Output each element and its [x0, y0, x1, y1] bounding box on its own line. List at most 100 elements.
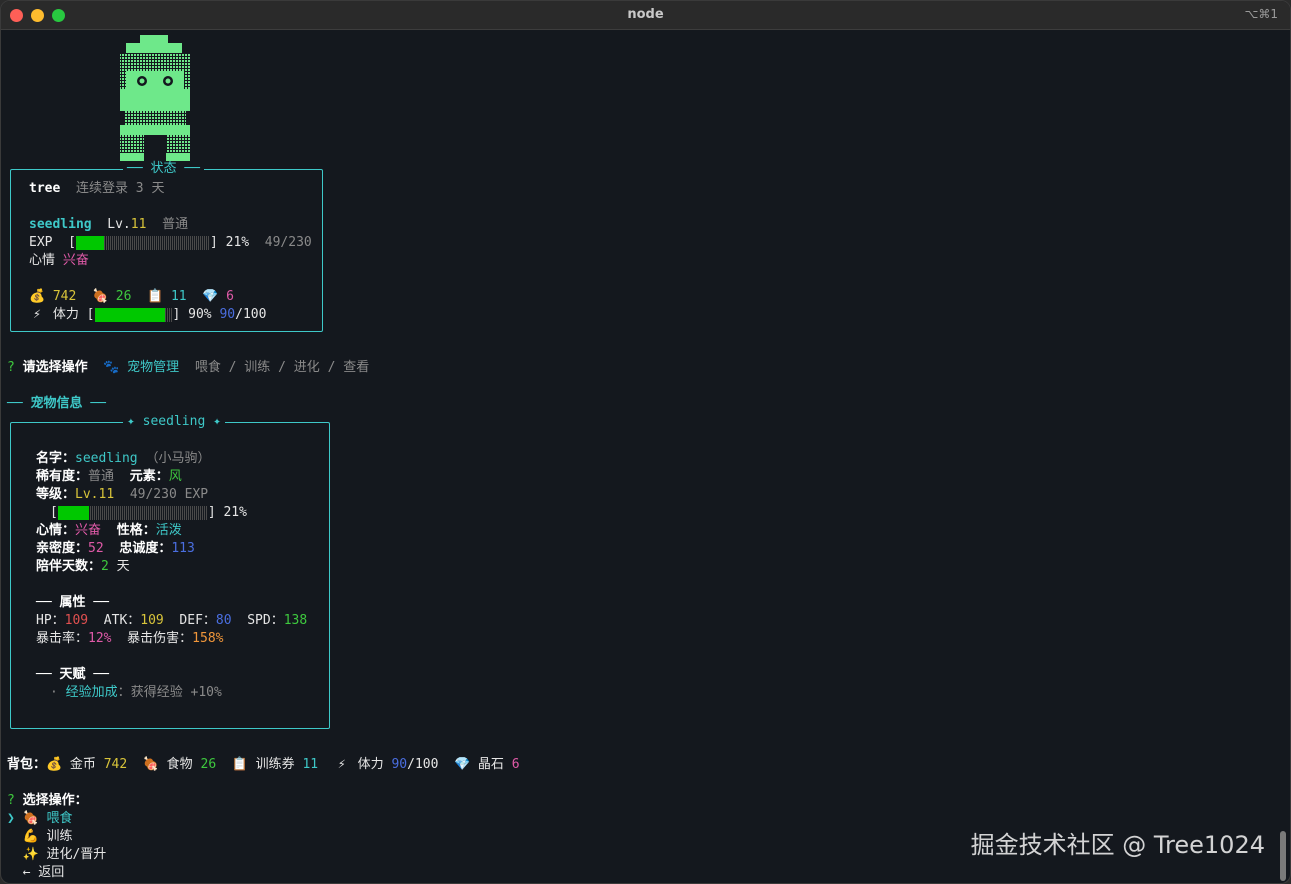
exp-fraction: 49/230: [264, 235, 312, 250]
menu-prompt: ? 选择操作：: [7, 793, 88, 809]
window-title: node: [627, 7, 664, 22]
stamina-line: ⚡ 体力 [] 90% 90/100: [29, 307, 266, 323]
loyalty-value: 113: [171, 541, 195, 556]
exp-line: EXP [] 21% 49/230: [29, 235, 312, 250]
meat-icon: 🍖: [22, 811, 39, 826]
bag-tickets-label: 训练券: [255, 757, 295, 772]
crit-row: 暴击率：12% 暴击伤害：158%: [36, 631, 223, 647]
bag-line: 背包：💰 金币 742 🍖 食物 26 📋 训练券 11 ⚡ 体力 90/100…: [7, 757, 520, 773]
intimacy-value: 52: [88, 541, 104, 556]
stamina-label: 体力: [52, 307, 79, 322]
critdmg-value: 158%: [192, 631, 224, 646]
gem-icon: 💎: [454, 757, 471, 772]
level-label: Lv.: [107, 217, 131, 232]
element-value: 风: [168, 469, 182, 484]
sparkles-icon: ✨: [22, 847, 39, 862]
menu-item-back-label: ← 返回: [22, 865, 65, 880]
moneybag-icon: 💰: [46, 757, 63, 772]
rarity-row: 稀有度：普通 元素：风: [36, 469, 182, 485]
terminal-content[interactable]: ── 状态 ── tree 连续登录 3 天 seedling Lv.11 普通…: [1, 31, 1290, 883]
exp-label: EXP: [29, 235, 53, 250]
exp-percent: 21%: [225, 235, 250, 250]
mood-value: 兴奋: [75, 523, 102, 538]
pet-info-title: 宠物信息: [30, 396, 83, 411]
rarity-label: 稀有度：: [36, 469, 89, 484]
personality-label: 性格：: [116, 523, 156, 538]
talent-title: 天赋: [59, 667, 86, 682]
menu-item-evolve-label: 进化/晋升: [46, 847, 107, 862]
menu-item-feed[interactable]: ❯ 🍖 喂食: [7, 811, 73, 827]
exp-progress-fill: [75, 236, 105, 250]
bag-gold-label: 金币: [69, 757, 96, 772]
lightning-icon: ⚡: [337, 757, 346, 772]
stamina-current: 90: [219, 307, 236, 322]
menu-question: 选择操作：: [22, 793, 88, 808]
operation-prompt: ? 请选择操作 🐾 宠物管理 喂食 / 训练 / 进化 / 查看: [7, 360, 369, 376]
days-unit: 天: [116, 559, 130, 574]
attr-header: ── 属性 ──: [36, 595, 109, 610]
attr-title: 属性: [59, 595, 86, 610]
scrollbar[interactable]: [1280, 831, 1286, 881]
pet-info-header: ── 宠物信息 ──: [7, 396, 106, 411]
tickets-value: 11: [170, 289, 187, 304]
talent-header: ── 天赋 ──: [36, 667, 109, 682]
username: tree: [29, 181, 61, 196]
moneybag-icon: 💰: [29, 289, 46, 304]
personality-value: 活泼: [155, 523, 182, 538]
element-label: 元素：: [129, 469, 169, 484]
spd-value: 138: [283, 613, 308, 628]
talent-name: 经验加成: [65, 685, 118, 700]
prompt-mark: ?: [7, 360, 15, 375]
menu-item-train[interactable]: 💪 训练: [7, 829, 73, 845]
stamina-progress-fill: [94, 308, 165, 322]
crit-label: 暴击率：: [36, 631, 89, 646]
muscle-icon: 💪: [22, 829, 39, 844]
days-label: 陪伴天数：: [36, 559, 102, 574]
menu-item-evolve[interactable]: ✨ 进化/晋升: [7, 847, 107, 863]
def-value: 80: [215, 613, 232, 628]
pet-line: seedling Lv.11 普通: [29, 217, 188, 233]
pet-exp-progress-bar: [57, 506, 208, 520]
rarity: 普通: [162, 217, 189, 232]
menu-item-back[interactable]: ← 返回: [7, 865, 65, 881]
stamina-percent: 90%: [188, 307, 212, 322]
prompt-question: 请选择操作: [22, 360, 88, 375]
level-value: Lv.11: [75, 487, 115, 502]
talent-row: · 经验加成：获得经验 +10%: [50, 685, 222, 700]
talent-desc: 获得经验 +10%: [130, 685, 222, 700]
level-row: 等级：Lv.11 49/230 EXP: [36, 487, 208, 503]
bag-food-label: 食物: [166, 757, 193, 772]
mood-value: 兴奋: [62, 253, 89, 268]
window-shortcut: ⌥⌘1: [1244, 7, 1278, 21]
pet-name: seedling: [29, 217, 92, 232]
exp-bar-row: [] 21%: [50, 505, 247, 520]
name-label: 名字：: [36, 451, 76, 466]
bag-label: 背包：: [7, 757, 47, 772]
meat-icon: 🍖: [142, 757, 160, 772]
hp-label: HP：: [36, 613, 65, 628]
stamina-max: /100: [235, 307, 267, 322]
level-value: 11: [130, 217, 147, 232]
bag-food-value: 26: [200, 757, 217, 772]
intimacy-row: 亲密度：52 忠诚度：113: [36, 541, 195, 557]
spd-label: SPD：: [247, 613, 284, 628]
stamina-progress-bar: [94, 308, 173, 322]
menu-item-train-label: 训练: [46, 829, 73, 844]
resources-line: 💰 742 🍖 26 📋 11 💎 6: [29, 289, 234, 305]
status-panel-title: ── 状态 ──: [123, 161, 204, 177]
menu-prompt-mark: ?: [7, 793, 15, 808]
stats-row: HP：109 ATK：109 DEF：80 SPD：138: [36, 613, 307, 629]
clipboard-icon: 📋: [231, 757, 248, 772]
mood-line: 心情 兴奋: [29, 253, 89, 269]
mood-row: 心情：兴奋 性格：活泼: [36, 523, 182, 539]
gems-value: 6: [226, 289, 234, 304]
critdmg-label: 暴击伤害：: [127, 631, 193, 646]
intimacy-label: 亲密度：: [36, 541, 89, 556]
pet-info-panel: ✦ seedling ✦ 名字：seedling （小马驹） 稀有度：普通 元素…: [10, 414, 330, 729]
clipboard-icon: 📋: [147, 289, 164, 304]
prompt-answer: 宠物管理: [127, 360, 180, 375]
bag-gems-value: 6: [511, 757, 520, 772]
mood-label: 心情: [29, 253, 56, 268]
mood-label: 心情：: [36, 523, 76, 538]
days-value: 2: [101, 559, 109, 574]
